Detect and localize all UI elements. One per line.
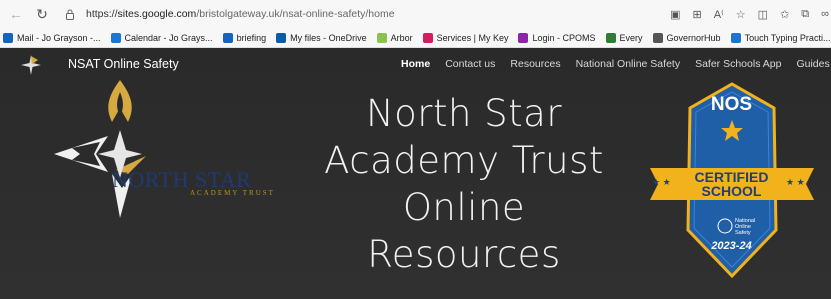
lock-icon[interactable] [60, 4, 80, 24]
hero-line: Resources [367, 233, 561, 276]
menu-contact-us[interactable]: Contact us [445, 58, 495, 70]
bookmark-label: Touch Typing Practi... [744, 32, 831, 43]
nsat-star-logo-icon[interactable] [20, 54, 42, 76]
bookmark-item[interactable]: Touch Typing Practi... [730, 32, 831, 43]
bookmark-label: GovernorHub [666, 32, 721, 43]
url-host: sites.google.com [117, 8, 197, 20]
calendar-icon [110, 32, 121, 43]
read-aloud-icon[interactable]: ▣ [670, 8, 680, 21]
site-header: NSAT Online Safety Home Contact us Resou… [0, 48, 831, 81]
favorite-star-icon[interactable]: ☆ [736, 8, 746, 21]
bookmark-label: Every [619, 32, 643, 43]
arbor-icon [376, 32, 387, 43]
logo-academy-trust-text: ACADEMY TRUST [190, 189, 275, 197]
bookmark-label: Calendar - Jo Grays... [124, 32, 213, 43]
browser-address-bar: ← ↻ https://sites.google.com/bristolgate… [0, 0, 831, 28]
favorites-icon[interactable]: ✩ [780, 8, 789, 21]
badge-small-text: National Online Safety [735, 218, 755, 236]
bookmark-item[interactable]: Calendar - Jo Grays... [110, 32, 213, 43]
bookmark-label: briefing [236, 32, 267, 43]
refresh-icon[interactable]: ↻ [32, 4, 52, 24]
badge-nos-text: NOS [710, 94, 753, 115]
back-icon[interactable]: ← [6, 4, 26, 24]
bookmark-label: Mail - Jo Grayson -... [17, 32, 101, 43]
menu-resources[interactable]: Resources [510, 58, 560, 70]
browser-toolbar: ▣ ⊞ A⁽ ☆ ◫ ✩ ⧉ ∞ [670, 0, 831, 28]
url-path: /bristolgateway.uk/nsat-online-safety/ho… [196, 8, 395, 20]
collections-icon[interactable]: ⧉ [801, 8, 809, 21]
split-screen-icon[interactable]: ◫ [758, 8, 768, 21]
menu-home[interactable]: Home [401, 58, 430, 70]
site-title[interactable]: NSAT Online Safety [68, 57, 179, 71]
bookmark-item[interactable]: My files - OneDrive [276, 32, 367, 43]
bookmarks-bar: Mail - Jo Grayson -... Calendar - Jo Gray… [0, 28, 831, 48]
text-size-icon[interactable]: A⁽ [714, 8, 724, 21]
badge-small-line: Safety [735, 230, 751, 236]
hero-title: North Star Academy Trust Online Resource… [314, 90, 614, 278]
apps-icon[interactable]: ⊞ [693, 8, 702, 21]
onedrive-icon [276, 32, 287, 43]
copilot-icon[interactable]: ∞ [821, 8, 829, 20]
every-icon [605, 32, 616, 43]
bookmark-item[interactable]: Login - CPOMS [518, 32, 596, 43]
bookmark-label: Arbor [390, 32, 413, 43]
bookmark-label: Services | My Key [436, 32, 509, 43]
bookmark-item[interactable]: Services | My Key [422, 32, 509, 43]
site-page: NSAT Online Safety Home Contact us Resou… [0, 48, 831, 299]
bookmark-item[interactable]: briefing [222, 32, 267, 43]
badge-stars-right-icon: ★ ★ [786, 177, 805, 187]
outlook-icon [3, 32, 13, 43]
mykey-icon [422, 32, 433, 43]
main-menu: Home Contact us Resources National Onlin… [401, 58, 830, 70]
badge-year-text: 2023-24 [711, 240, 752, 252]
briefing-icon [222, 32, 233, 43]
url-prefix: https:// [86, 8, 118, 20]
bookmark-item[interactable]: Mail - Jo Grayson -... [3, 32, 101, 43]
cpoms-icon [518, 32, 529, 43]
menu-safer-schools-app[interactable]: Safer Schools App [695, 58, 781, 70]
governorhub-icon [652, 32, 663, 43]
nos-certified-school-badge: NOS CERTIFIED SCHOOL ★ ★ ★ ★ National On… [644, 80, 819, 280]
bookmark-label: My files - OneDrive [290, 32, 367, 43]
bookmark-item[interactable]: Every [605, 32, 643, 43]
menu-national-online-safety[interactable]: National Online Safety [576, 58, 680, 70]
hero-line: North Star [365, 92, 563, 135]
url-field[interactable]: https://sites.google.com/bristolgateway.… [86, 8, 395, 20]
bookmark-label: Login - CPOMS [532, 32, 596, 43]
hero-line: Online [402, 186, 526, 229]
bookmark-item[interactable]: GovernorHub [652, 32, 721, 43]
north-star-logo [54, 80, 146, 218]
badge-stars-left-icon: ★ ★ [652, 177, 671, 187]
bookmark-item[interactable]: Arbor [376, 32, 413, 43]
hero-line: Academy Trust [324, 139, 604, 182]
menu-guides[interactable]: Guides [796, 58, 829, 70]
touch-typing-icon [730, 32, 741, 43]
